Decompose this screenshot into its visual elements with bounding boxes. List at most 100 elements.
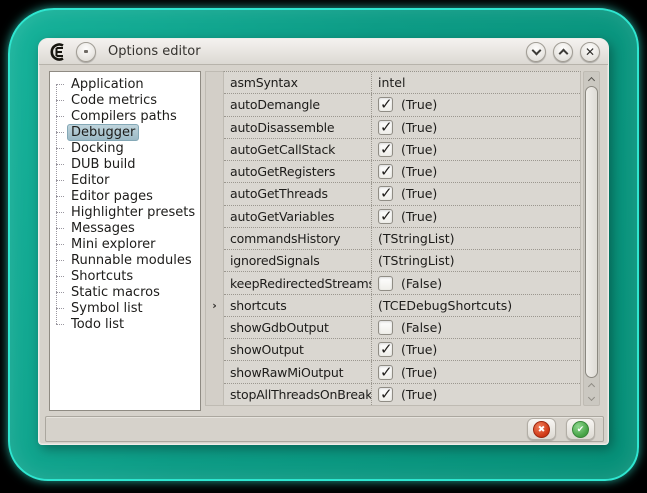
tree-branch-icon bbox=[56, 132, 64, 133]
property-value[interactable]: (TStringList) bbox=[372, 250, 580, 271]
window-menu-icon bbox=[84, 50, 88, 53]
property-value[interactable]: (True) bbox=[372, 94, 580, 115]
property-name: autoGetVariables bbox=[224, 206, 372, 227]
property-row[interactable]: shortcuts (TCEDebugShortcuts) bbox=[224, 295, 580, 317]
value-checkbox[interactable] bbox=[378, 276, 393, 291]
tree-branch-icon bbox=[56, 212, 64, 213]
property-name: keepRedirectedStreams bbox=[224, 272, 372, 293]
property-row[interactable]: commandsHistory (TStringList) bbox=[224, 228, 580, 250]
sidebar-item[interactable]: Docking bbox=[50, 140, 200, 156]
scroll-down-button[interactable] bbox=[584, 392, 599, 405]
sidebar-item[interactable]: Editor pages bbox=[50, 188, 200, 204]
scroll-up-button[interactable] bbox=[584, 72, 599, 86]
tree-branch-icon bbox=[56, 244, 64, 245]
property-value-text: (True) bbox=[401, 342, 437, 357]
sidebar-item[interactable]: Application bbox=[50, 76, 200, 92]
sidebar-item[interactable]: Shortcuts bbox=[50, 268, 200, 284]
close-button[interactable] bbox=[580, 42, 600, 62]
value-checkbox[interactable] bbox=[378, 387, 393, 402]
chevron-up-icon bbox=[588, 76, 595, 83]
minimize-button[interactable] bbox=[526, 42, 546, 62]
property-value[interactable]: (True) bbox=[372, 161, 580, 182]
property-value-text: (TStringList) bbox=[378, 231, 455, 246]
grid-vertical-scrollbar[interactable] bbox=[583, 71, 600, 406]
property-value[interactable]: (True) bbox=[372, 117, 580, 138]
property-value[interactable]: (True) bbox=[372, 384, 580, 405]
property-row[interactable]: stopAllThreadsOnBreak (True) bbox=[224, 384, 580, 405]
value-checkbox[interactable] bbox=[378, 320, 393, 335]
property-value[interactable]: (True) bbox=[372, 139, 580, 160]
property-row[interactable]: showGdbOutput (False) bbox=[224, 317, 580, 339]
property-value-text: (True) bbox=[401, 97, 437, 112]
tree-branch-icon bbox=[56, 116, 64, 117]
tree-item-label: Mini explorer bbox=[67, 236, 160, 253]
cancel-button[interactable] bbox=[527, 418, 556, 440]
value-checkbox[interactable] bbox=[378, 120, 393, 135]
expand-marker-icon[interactable] bbox=[212, 300, 217, 311]
sidebar-item[interactable]: Compilers paths bbox=[50, 108, 200, 124]
value-checkbox[interactable] bbox=[378, 365, 393, 380]
value-checkbox[interactable] bbox=[378, 342, 393, 357]
value-checkbox[interactable] bbox=[378, 209, 393, 224]
sidebar-item[interactable]: Debugger bbox=[50, 124, 200, 140]
sidebar-item[interactable]: Todo list bbox=[50, 316, 200, 332]
property-row[interactable]: showOutput (True) bbox=[224, 339, 580, 361]
sidebar-item[interactable]: Highlighter presets bbox=[50, 204, 200, 220]
titlebar[interactable]: Options editor bbox=[39, 39, 608, 65]
property-row[interactable]: autoDisassemble (True) bbox=[224, 117, 580, 139]
sidebar-item[interactable]: Code metrics bbox=[50, 92, 200, 108]
property-value[interactable]: (True) bbox=[372, 339, 580, 360]
sidebar-item[interactable]: Symbol list bbox=[50, 300, 200, 316]
property-row[interactable]: keepRedirectedStreams (False) bbox=[224, 272, 580, 294]
property-row[interactable]: autoDemangle (True) bbox=[224, 94, 580, 116]
tree-item-label: Highlighter presets bbox=[67, 204, 199, 221]
close-icon bbox=[585, 46, 595, 58]
property-value[interactable]: intel bbox=[372, 72, 580, 93]
sidebar-item[interactable]: Static macros bbox=[50, 284, 200, 300]
tree-item-label: DUB build bbox=[67, 156, 140, 173]
window-menu-button[interactable] bbox=[76, 42, 96, 62]
property-row[interactable]: autoGetRegisters (True) bbox=[224, 161, 580, 183]
property-value[interactable]: (False) bbox=[372, 317, 580, 338]
sidebar-item[interactable]: Runnable modules bbox=[50, 252, 200, 268]
property-row[interactable]: showRawMiOutput (True) bbox=[224, 361, 580, 383]
value-checkbox[interactable] bbox=[378, 164, 393, 179]
cross-icon bbox=[533, 421, 550, 438]
property-value[interactable]: (TCEDebugShortcuts) bbox=[372, 295, 580, 316]
property-value[interactable]: (True) bbox=[372, 361, 580, 382]
property-row[interactable]: asmSyntax intel bbox=[224, 72, 580, 94]
property-value[interactable]: (False) bbox=[372, 272, 580, 293]
gutter-cell bbox=[206, 383, 223, 405]
scroll-up-button-bottom[interactable] bbox=[584, 379, 599, 392]
property-name: commandsHistory bbox=[224, 228, 372, 249]
sidebar-item[interactable]: DUB build bbox=[50, 156, 200, 172]
property-value[interactable]: (True) bbox=[372, 206, 580, 227]
tree-branch-icon bbox=[56, 308, 64, 309]
accept-button[interactable] bbox=[566, 418, 595, 440]
property-value-text: (True) bbox=[401, 142, 437, 157]
property-value[interactable]: (True) bbox=[372, 183, 580, 204]
sidebar-item[interactable]: Messages bbox=[50, 220, 200, 236]
maximize-button[interactable] bbox=[553, 42, 573, 62]
tree-item-label: Static macros bbox=[67, 284, 164, 301]
scrollbar-thumb[interactable] bbox=[585, 86, 598, 378]
property-value[interactable]: (TStringList) bbox=[372, 228, 580, 249]
chevron-down-icon bbox=[588, 394, 595, 401]
sidebar-item[interactable]: Mini explorer bbox=[50, 236, 200, 252]
tree-item-label: Symbol list bbox=[67, 300, 147, 317]
value-checkbox[interactable] bbox=[378, 97, 393, 112]
tree-branch-icon bbox=[56, 292, 64, 293]
value-checkbox[interactable] bbox=[378, 142, 393, 157]
options-editor-window: Options editor Application Code metrics … bbox=[38, 38, 609, 445]
tree-item-label: Docking bbox=[67, 140, 128, 157]
value-checkbox[interactable] bbox=[378, 186, 393, 201]
tree-item-label: Todo list bbox=[67, 316, 128, 333]
property-row[interactable]: ignoredSignals (TStringList) bbox=[224, 250, 580, 272]
property-row[interactable]: autoGetCallStack (True) bbox=[224, 139, 580, 161]
property-name: showOutput bbox=[224, 339, 372, 360]
property-row[interactable]: autoGetVariables (True) bbox=[224, 206, 580, 228]
tree-item-label: Compilers paths bbox=[67, 108, 181, 125]
property-row[interactable]: autoGetThreads (True) bbox=[224, 183, 580, 205]
sidebar-item[interactable]: Editor bbox=[50, 172, 200, 188]
property-name: autoGetThreads bbox=[224, 183, 372, 204]
